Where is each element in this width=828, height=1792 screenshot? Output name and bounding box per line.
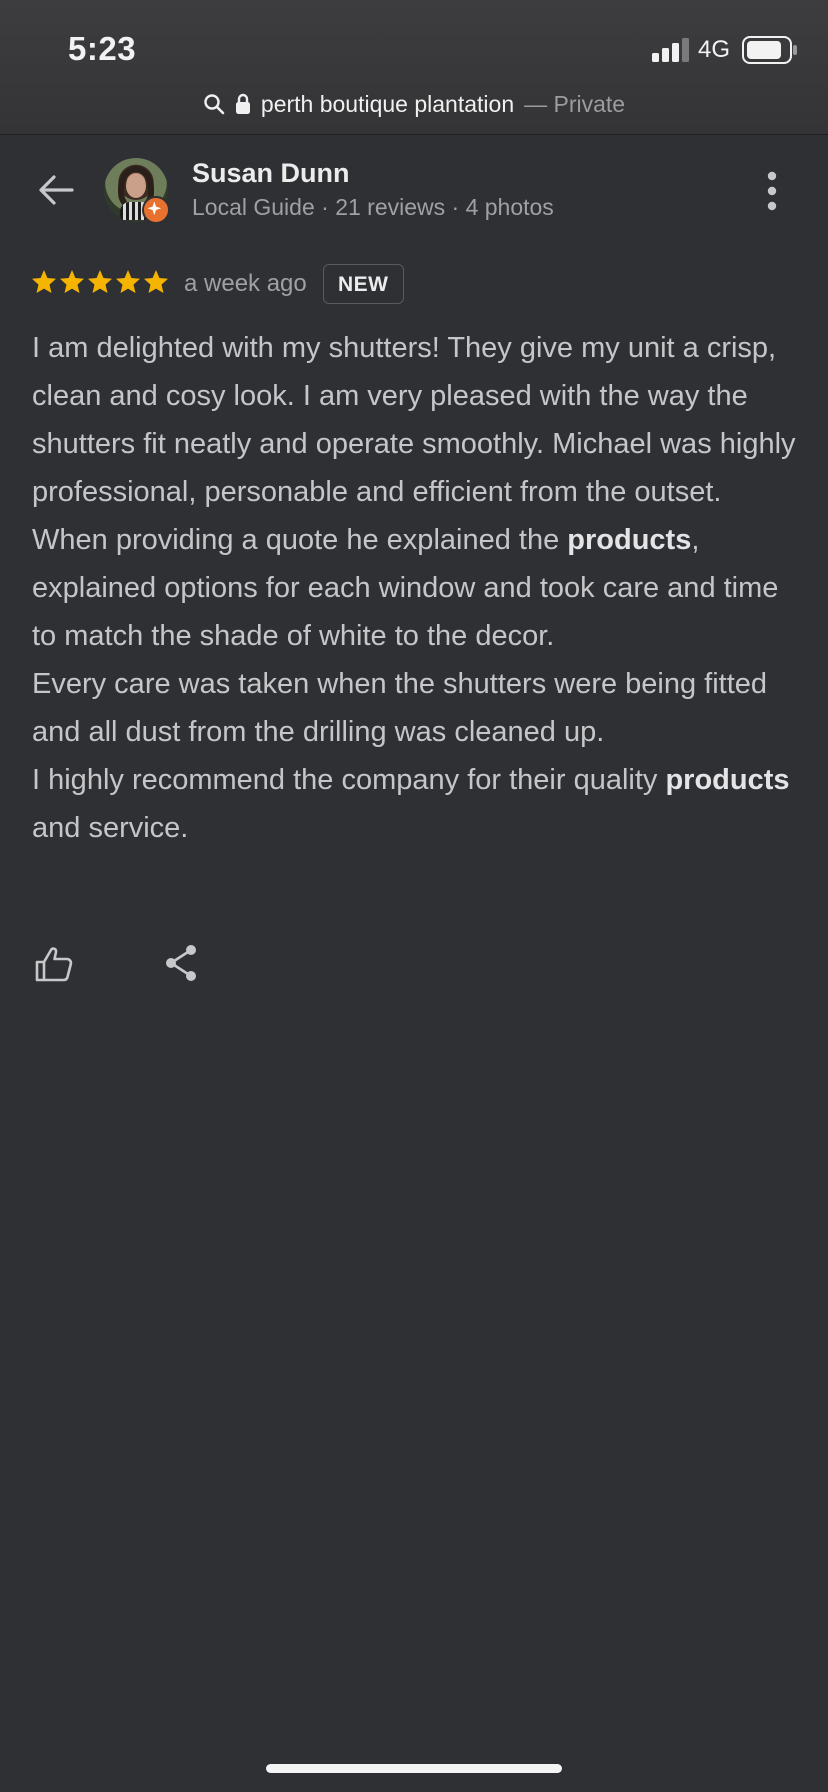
status-time: 5:23	[68, 30, 137, 67]
star-icon	[88, 270, 112, 293]
star-icon	[144, 270, 168, 293]
review-text: I am delighted with my shutters! They gi…	[32, 324, 802, 852]
home-indicator[interactable]	[266, 1764, 562, 1773]
browser-chrome: 5:23 4G perth boutique plantation — Priv…	[0, 0, 828, 135]
lock-icon	[235, 93, 250, 114]
search-icon	[204, 94, 225, 115]
star-icon	[60, 270, 84, 293]
local-guide-badge-icon	[142, 196, 170, 224]
review-text-segment: Every care was taken when the shutters w…	[32, 668, 768, 748]
review-text-segment: I highly recommend the company for their…	[32, 764, 666, 796]
battery-icon	[742, 36, 797, 64]
review-paragraph: Every care was taken when the shutters w…	[32, 660, 802, 756]
review-paragraph: I highly recommend the company for their…	[32, 756, 802, 852]
review-time: a week ago	[184, 270, 307, 297]
more-vert-icon[interactable]	[762, 170, 782, 214]
new-badge: NEW	[323, 264, 404, 304]
signal-icon	[652, 38, 689, 62]
highlighted-keyword: products	[665, 764, 790, 796]
highlighted-keyword: products	[567, 524, 692, 556]
url-text: perth boutique plantation	[260, 90, 515, 117]
share-icon[interactable]	[164, 944, 198, 982]
review-text-segment: and service.	[32, 812, 189, 844]
network-type: 4G	[698, 36, 731, 63]
review-text-segment: I am delighted with my shutters! They gi…	[32, 332, 796, 556]
review-paragraph: I am delighted with my shutters! They gi…	[32, 324, 802, 660]
private-label: — Private	[524, 90, 626, 117]
reviewer-name[interactable]: Susan Dunn	[192, 158, 350, 189]
review-page: 5:23 4G perth boutique plantation — Priv…	[0, 0, 828, 1792]
star-icon	[116, 270, 140, 293]
back-arrow-icon[interactable]	[36, 170, 76, 210]
reviewer-meta: Local Guide · 21 reviews · 4 photos	[192, 194, 554, 220]
address-bar[interactable]: perth boutique plantation — Private	[0, 86, 828, 122]
star-icon	[32, 270, 56, 293]
thumbs-up-icon[interactable]	[34, 944, 74, 984]
star-rating	[30, 268, 170, 300]
